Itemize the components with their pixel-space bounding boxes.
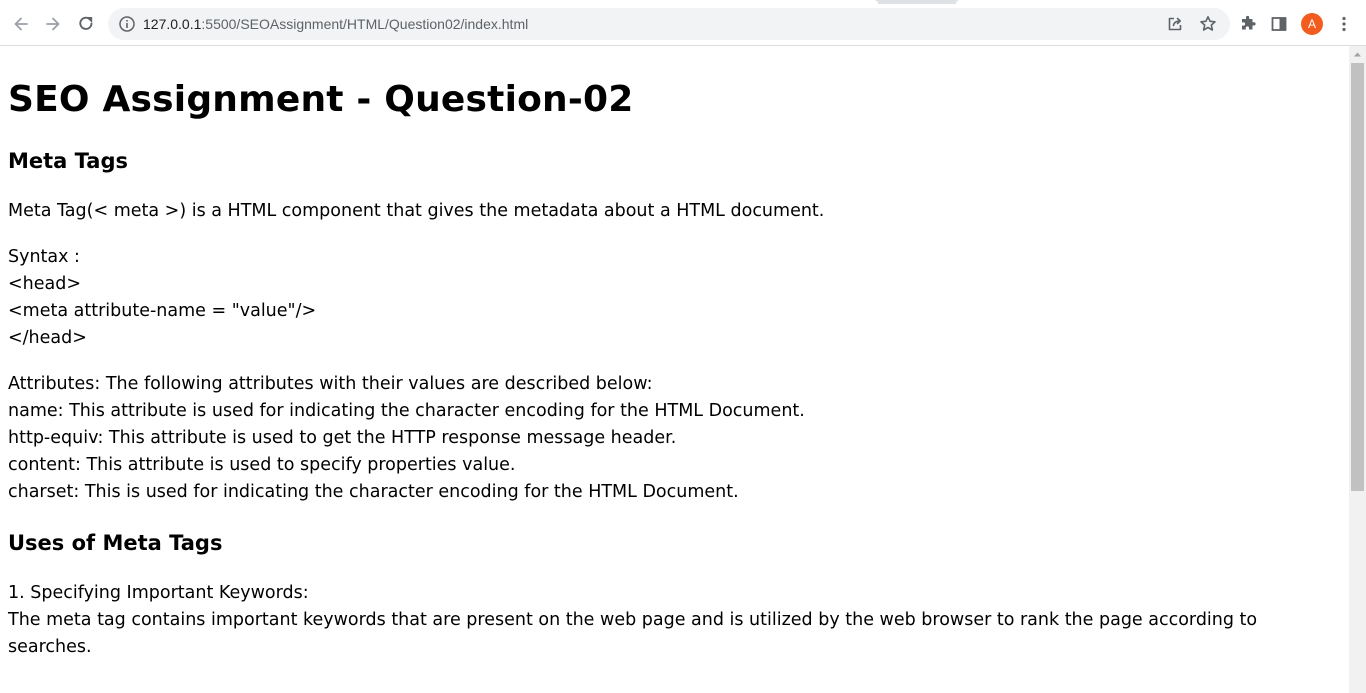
attribute-http-equiv: http-equiv: This attribute is used to ge… xyxy=(8,428,677,448)
back-button[interactable] xyxy=(5,8,37,40)
scroll-up-arrow-icon[interactable] xyxy=(1349,46,1366,63)
vertical-scrollbar[interactable] xyxy=(1349,46,1366,693)
scrollbar-thumb[interactable] xyxy=(1351,63,1364,491)
star-icon[interactable] xyxy=(1198,14,1218,34)
uses-item-1-title: 1. Specifying Important Keywords: xyxy=(8,583,309,603)
share-icon[interactable] xyxy=(1165,14,1185,34)
uses-paragraph: 1. Specifying Important Keywords: The me… xyxy=(8,580,1341,661)
side-panel-icon xyxy=(1271,17,1287,31)
intro-paragraph: Meta Tag(< meta >) is a HTML component t… xyxy=(8,201,825,221)
url-text[interactable]: 127.0.0.1:5500/SEOAssignment/HTML/Questi… xyxy=(143,8,528,40)
syntax-line-2: <meta attribute-name = "value"/> xyxy=(8,301,317,321)
syntax-paragraph: Syntax : <head> <meta attribute-name = "… xyxy=(8,244,1341,352)
extensions-icon xyxy=(1242,15,1256,30)
page-viewport: SEO Assignment - Question-02 Meta Tags M… xyxy=(0,46,1349,693)
syntax-label: Syntax : xyxy=(8,247,80,267)
attributes-paragraph: Attributes: The following attributes wit… xyxy=(8,371,1341,506)
kebab-menu-icon xyxy=(1342,16,1346,32)
forward-icon xyxy=(46,17,60,31)
attribute-name: name: This attribute is used for indicat… xyxy=(8,401,805,421)
section-heading-meta-tags: Meta Tags xyxy=(8,149,128,173)
profile-avatar[interactable]: A xyxy=(1301,13,1323,35)
syntax-line-1: <head> xyxy=(8,274,82,294)
attribute-charset: charset: This is used for indicating the… xyxy=(8,482,739,502)
section-heading-uses: Uses of Meta Tags xyxy=(8,531,223,555)
extensions-button[interactable] xyxy=(1232,8,1264,40)
uses-item-1-text: The meta tag contains important keywords… xyxy=(8,610,1258,657)
reload-icon xyxy=(79,16,93,30)
side-panel-button[interactable] xyxy=(1263,8,1295,40)
browser-toolbar: 127.0.0.1:5500/SEOAssignment/HTML/Questi… xyxy=(0,4,1366,46)
page-content: SEO Assignment - Question-02 Meta Tags M… xyxy=(0,78,1349,661)
attributes-intro: Attributes: The following attributes wit… xyxy=(8,374,653,394)
attribute-content: content: This attribute is used to speci… xyxy=(8,455,516,475)
url-host: 127.0.0.1 xyxy=(143,16,202,32)
address-bar[interactable]: 127.0.0.1:5500/SEOAssignment/HTML/Questi… xyxy=(108,8,1230,40)
back-icon xyxy=(14,17,28,31)
syntax-line-3: </head> xyxy=(8,328,87,348)
url-path: :5500/SEOAssignment/HTML/Question02/inde… xyxy=(201,16,529,32)
reload-button[interactable] xyxy=(70,8,102,40)
page-title: SEO Assignment - Question-02 xyxy=(8,79,634,120)
info-icon[interactable] xyxy=(118,15,136,33)
menu-button[interactable] xyxy=(1328,8,1360,40)
forward-button[interactable] xyxy=(37,8,69,40)
